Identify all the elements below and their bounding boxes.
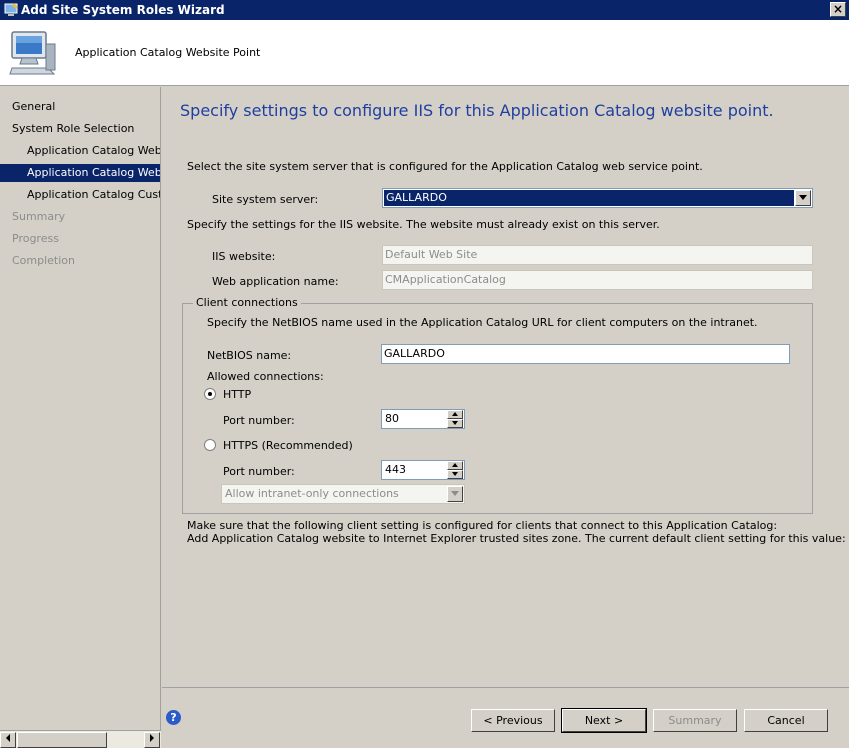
https-port-stepper[interactable]: 443: [381, 460, 465, 480]
spin-up-icon: [452, 463, 458, 467]
chevron-down-icon: [799, 195, 807, 200]
nav-item-website-point[interactable]: Application Catalog Website: [0, 164, 160, 182]
arrow-right-icon: [150, 734, 154, 742]
http-label[interactable]: HTTP: [223, 388, 251, 401]
http-port-value: 80: [385, 412, 399, 425]
note-line-2: Add Application Catalog website to Inter…: [187, 532, 849, 545]
wizard-icon: [4, 3, 18, 16]
web-app-field[interactable]: CMApplicationCatalog: [382, 270, 813, 290]
web-app-label: Web application name:: [212, 275, 339, 288]
scroll-right-button[interactable]: [144, 732, 160, 748]
https-port-up-button[interactable]: [447, 461, 463, 470]
window-titlebar: Add Site System Roles Wizard ×: [0, 0, 849, 20]
netbios-desc: Specify the NetBIOS name used in the App…: [207, 316, 758, 329]
http-port-down-button[interactable]: [447, 419, 463, 428]
close-button[interactable]: ×: [830, 2, 846, 17]
site-server-value: GALLARDO: [384, 190, 794, 206]
nav-item-completion: Completion: [12, 254, 76, 267]
scroll-thumb[interactable]: [17, 732, 107, 748]
nav-item-customizations[interactable]: Application Catalog Customi: [27, 186, 160, 204]
client-connections-legend: Client connections: [193, 296, 301, 309]
spin-down-icon: [452, 421, 458, 425]
scroll-left-button[interactable]: [0, 732, 16, 748]
chevron-down-icon: [451, 491, 459, 496]
https-radio[interactable]: [204, 439, 216, 451]
iis-intro-text: Specify the settings for the IIS website…: [187, 218, 660, 231]
intranet-dropdown-button[interactable]: [447, 486, 463, 502]
radio-selected-dot: [208, 392, 212, 396]
wizard-content: Specify settings to configure IIS for th…: [162, 87, 849, 687]
footer-separator: [162, 687, 849, 688]
https-port-value: 443: [385, 463, 406, 476]
https-port-down-button[interactable]: [447, 470, 463, 479]
site-server-select[interactable]: GALLARDO: [382, 188, 813, 208]
nav-horizontal-scrollbar[interactable]: [0, 730, 161, 748]
intranet-option-select[interactable]: Allow intranet-only connections: [221, 484, 465, 504]
http-port-label: Port number:: [223, 414, 295, 427]
dropdown-button[interactable]: [795, 190, 811, 206]
spin-down-icon: [452, 472, 458, 476]
note-line-1: Make sure that the following client sett…: [187, 519, 778, 532]
http-port-stepper[interactable]: 80: [381, 409, 465, 429]
client-connections-group: Client connections Specify the NetBIOS n…: [182, 296, 813, 514]
page-heading: Specify settings to configure IIS for th…: [180, 101, 774, 120]
nav-item-system-role-selection[interactable]: System Role Selection: [12, 120, 134, 138]
spin-up-icon: [452, 412, 458, 416]
summary-button: Summary: [653, 709, 737, 732]
https-label[interactable]: HTTPS (Recommended): [223, 439, 353, 452]
nav-item-progress: Progress: [12, 232, 59, 245]
help-icon[interactable]: ?: [166, 710, 181, 725]
close-icon: ×: [832, 2, 844, 16]
window-title: Add Site System Roles Wizard: [21, 3, 225, 17]
netbios-label: NetBIOS name:: [207, 349, 292, 362]
nav-item-summary: Summary: [12, 210, 66, 223]
computer-icon: [9, 31, 56, 75]
arrow-left-icon: [6, 734, 10, 742]
https-port-label: Port number:: [223, 465, 295, 478]
previous-button[interactable]: < Previous: [471, 709, 555, 732]
netbios-field[interactable]: GALLARDO: [381, 344, 790, 364]
nav-item-web-service-point[interactable]: Application Catalog Web Se: [27, 142, 160, 160]
iis-website-label: IIS website:: [212, 250, 276, 263]
nav-item-general[interactable]: General: [12, 98, 55, 116]
http-radio[interactable]: [204, 388, 216, 400]
intro-text: Select the site system server that is co…: [187, 160, 703, 173]
cancel-button[interactable]: Cancel: [744, 709, 828, 732]
allowed-connections-label: Allowed connections:: [207, 370, 324, 383]
header-title: Application Catalog Website Point: [75, 46, 261, 59]
intranet-option-value: Allow intranet-only connections: [225, 487, 399, 500]
iis-website-field[interactable]: Default Web Site: [382, 245, 813, 265]
wizard-header: Application Catalog Website Point: [0, 20, 849, 86]
http-port-up-button[interactable]: [447, 410, 463, 419]
next-button[interactable]: Next >: [561, 708, 647, 733]
site-server-label: Site system server:: [212, 193, 319, 206]
wizard-nav: General System Role Selection Applicatio…: [0, 87, 161, 730]
